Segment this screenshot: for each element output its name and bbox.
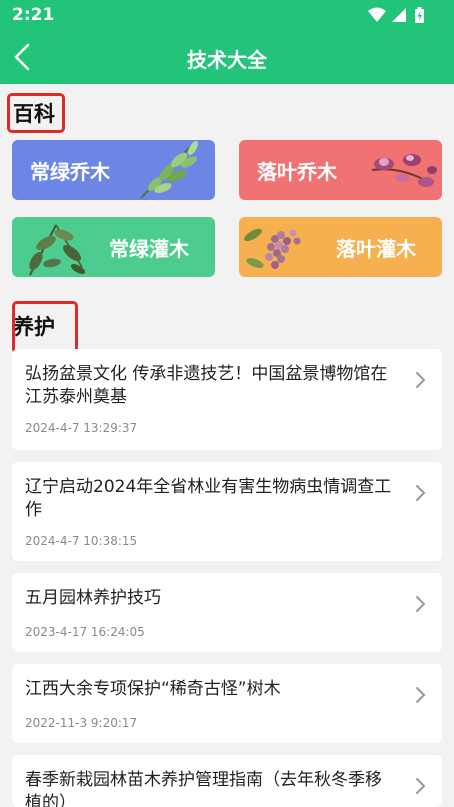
category-card-label: 落叶乔木 — [257, 160, 337, 184]
app-header: 2:21 技术大全 — [0, 0, 454, 84]
magnolia-flower-icon — [371, 154, 437, 187]
lilac-flower-icon — [244, 228, 301, 269]
article-item[interactable]: 五月园林养护技巧 2023-4-17 16:24:05 — [12, 573, 442, 652]
evergreen-shrub-icon — [29, 224, 86, 276]
status-icons — [368, 7, 424, 23]
chevron-right-icon — [416, 687, 426, 703]
page-title: 技术大全 — [187, 48, 267, 72]
wifi-icon — [368, 7, 386, 22]
category-card-label: 落叶灌木 — [336, 237, 416, 261]
article-item[interactable]: 春季新栽园林苗木养护管理指南（去年秋冬季移植的） — [12, 755, 442, 807]
evergreen-leaf-icon — [140, 140, 199, 199]
article-title: 弘扬盆景文化 传承非遗技艺！中国盆景博物馆在江苏泰州奠基 — [25, 364, 388, 407]
category-card-evergreen-tree[interactable]: 常绿乔木 — [12, 140, 215, 200]
chevron-right-icon — [416, 778, 426, 794]
nav-bar: 技术大全 — [0, 30, 454, 84]
highlight-box — [7, 93, 65, 133]
article-title: 辽宁启动2024年全省林业有害生物病虫情调查工作 — [25, 477, 392, 520]
category-card-label: 常绿乔木 — [30, 160, 110, 184]
chevron-right-icon — [416, 596, 426, 612]
article-title: 五月园林养护技巧 — [25, 588, 161, 608]
article-item[interactable]: 辽宁启动2024年全省林业有害生物病虫情调查工作 2024-4-7 10:38:… — [12, 462, 442, 561]
status-time: 2:21 — [12, 5, 55, 25]
signal-icon — [392, 8, 406, 22]
category-card-evergreen-shrub[interactable]: 常绿灌木 — [12, 217, 215, 277]
article-time: 2023-4-17 16:24:05 — [25, 625, 145, 639]
category-card-label: 常绿灌木 — [109, 237, 189, 261]
category-card-deciduous-tree[interactable]: 落叶乔木 — [239, 140, 442, 200]
article-title: 春季新栽园林苗木养护管理指南（去年秋冬季移植的） — [25, 770, 382, 807]
chevron-right-icon — [416, 485, 426, 501]
article-title: 江西大余专项保护“稀奇古怪”树木 — [25, 679, 281, 699]
article-time: 2024-4-7 13:29:37 — [25, 421, 138, 435]
category-card-deciduous-shrub[interactable]: 落叶灌木 — [239, 217, 442, 277]
chevron-right-icon — [416, 372, 426, 388]
battery-icon — [415, 7, 424, 23]
article-item[interactable]: 江西大余专项保护“稀奇古怪”树木 2022-11-3 9:20:17 — [12, 664, 442, 743]
article-time: 2024-4-7 10:38:15 — [25, 534, 138, 548]
highlight-box — [12, 301, 78, 354]
article-item[interactable]: 弘扬盆景文化 传承非遗技艺！中国盆景博物馆在江苏泰州奠基 2024-4-7 13… — [12, 349, 442, 450]
status-bar: 2:21 — [0, 0, 454, 30]
article-time: 2022-11-3 9:20:17 — [25, 716, 138, 730]
